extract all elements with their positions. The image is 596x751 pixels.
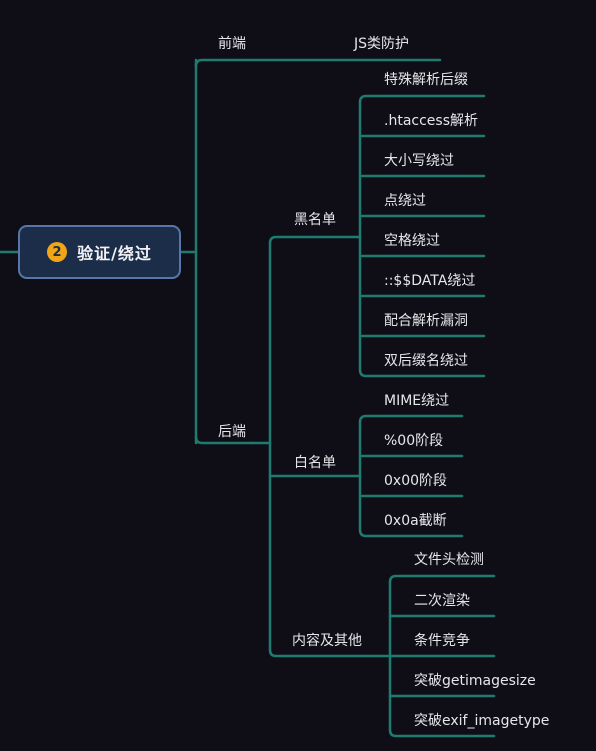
leaf-content-4[interactable]: 突破exif_imagetype xyxy=(414,713,549,730)
leaf-content-0[interactable]: 文件头检测 xyxy=(414,552,484,569)
mindmap: 2 验证/绕过 前端 JS类防护 后端 黑名单 白名单 内容及其他 特殊解析后缀… xyxy=(0,0,596,751)
branch-blacklist[interactable]: 黑名单 xyxy=(294,212,336,229)
connector-11 xyxy=(358,94,486,104)
leaf-blacklist-5[interactable]: ::$$DATA绕过 xyxy=(384,273,475,290)
leaf-frontend-0[interactable]: JS类防护 xyxy=(354,36,409,53)
connector-7 xyxy=(268,235,362,245)
leaf-content-1[interactable]: 二次渲染 xyxy=(414,593,470,610)
connector-26 xyxy=(388,574,496,584)
root-title: 验证/绕过 xyxy=(77,244,152,263)
leaf-whitelist-2[interactable]: 0x00阶段 xyxy=(384,473,447,490)
leaf-blacklist-1[interactable]: .htaccess解析 xyxy=(384,113,478,130)
connector-18 xyxy=(358,368,486,378)
branch-content[interactable]: 内容及其他 xyxy=(292,633,362,650)
leaf-whitelist-1[interactable]: %00阶段 xyxy=(384,433,443,450)
connector-3 xyxy=(194,58,442,68)
branch-whitelist[interactable]: 白名单 xyxy=(294,455,336,472)
connector-20 xyxy=(358,414,464,424)
leaf-blacklist-0[interactable]: 特殊解析后缀 xyxy=(384,72,468,89)
leaf-blacklist-2[interactable]: 大小写绕过 xyxy=(384,153,454,170)
connector-30 xyxy=(388,728,496,738)
leaf-whitelist-0[interactable]: MIME绕过 xyxy=(384,393,449,410)
branch-backend[interactable]: 后端 xyxy=(218,424,246,441)
connector-23 xyxy=(358,528,464,538)
connector-9 xyxy=(268,648,362,658)
leaf-content-2[interactable]: 条件竞争 xyxy=(414,633,470,650)
leaf-blacklist-7[interactable]: 双后缀名绕过 xyxy=(384,353,468,370)
leaf-blacklist-3[interactable]: 点绕过 xyxy=(384,193,426,210)
branch-frontend[interactable]: 前端 xyxy=(218,36,246,53)
leaf-blacklist-4[interactable]: 空格绕过 xyxy=(384,233,440,250)
leaf-whitelist-3[interactable]: 0x0a截断 xyxy=(384,513,447,530)
leaf-blacklist-6[interactable]: 配合解析漏洞 xyxy=(384,313,468,330)
leaf-content-3[interactable]: 突破getimagesize xyxy=(414,673,536,690)
step-number-badge: 2 xyxy=(47,242,68,262)
root-node[interactable]: 2 验证/绕过 xyxy=(18,225,181,279)
